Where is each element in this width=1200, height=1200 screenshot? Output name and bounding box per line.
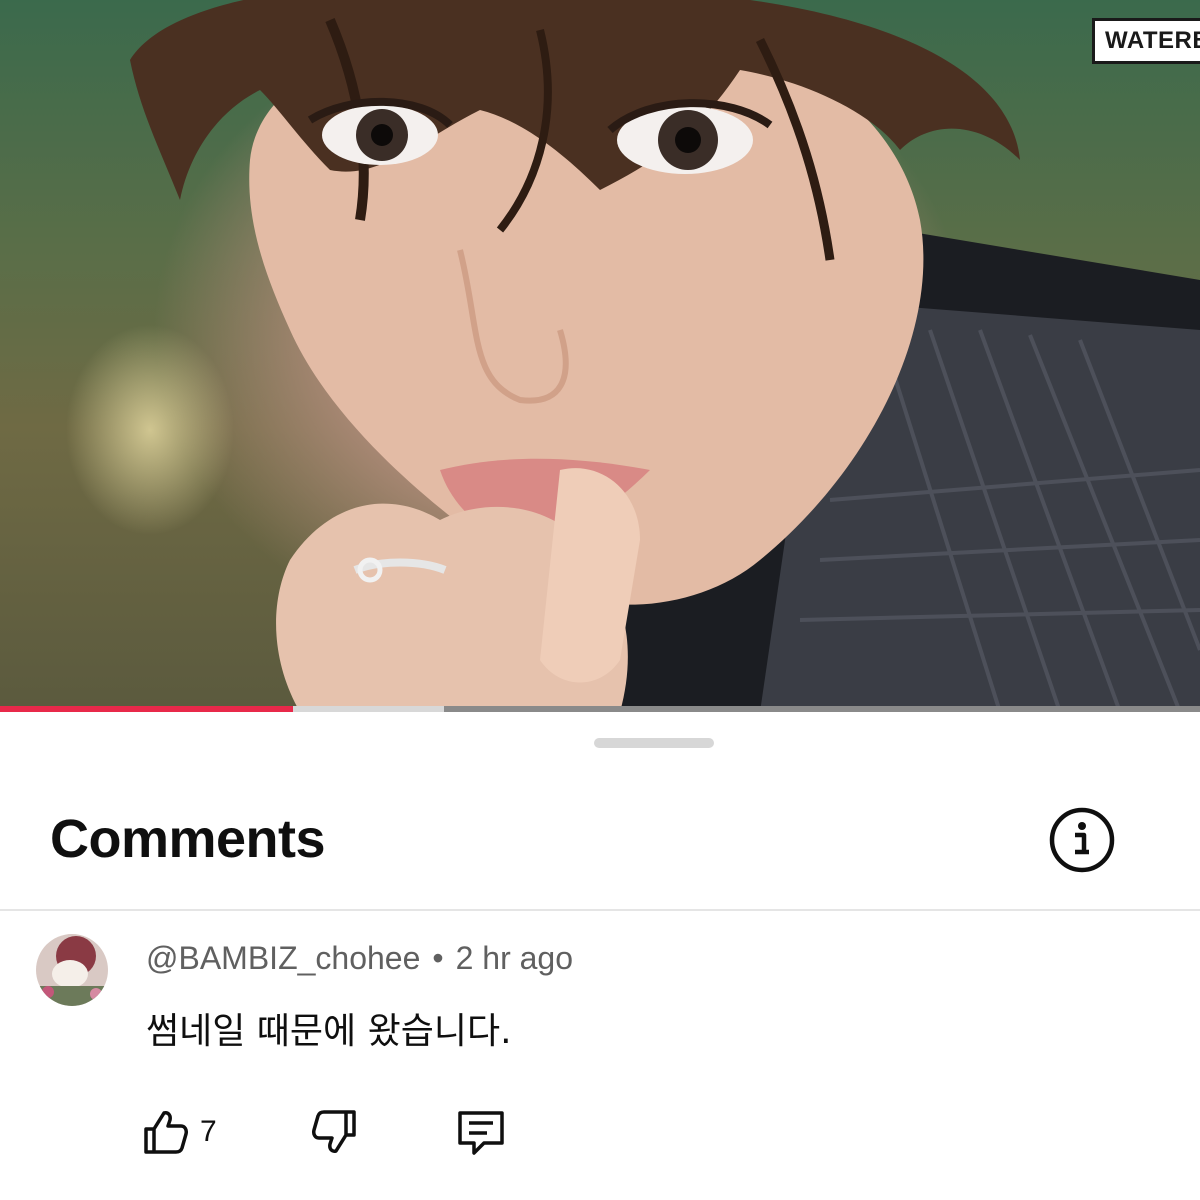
like-button[interactable]: 7 — [140, 1104, 217, 1160]
dislike-button[interactable] — [310, 1104, 360, 1160]
comment-meta: @BAMBIZ_chohee • 2 hr ago — [146, 940, 573, 977]
comment-reply-icon — [458, 1111, 504, 1155]
comment-author[interactable]: @BAMBIZ_chohee — [146, 940, 420, 976]
comment-actions: 7 — [140, 1104, 560, 1160]
comments-title: Comments — [50, 809, 326, 869]
info-circle-icon — [1049, 807, 1115, 873]
info-button[interactable] — [1046, 804, 1118, 876]
comment-time: 2 hr ago — [455, 940, 574, 976]
channel-watermark: WATERB — [1092, 18, 1200, 64]
comment-text: 썸네일 때문에 왔습니다. — [146, 1011, 512, 1052]
comment-item: @BAMBIZ_chohee • 2 hr ago 썸네일 때문에 왔습니다. 7 — [0, 934, 1200, 1194]
reply-button[interactable] — [454, 1104, 508, 1160]
thumbs-up-icon — [144, 1111, 188, 1154]
header-divider — [0, 909, 1200, 911]
thumbs-down-icon — [312, 1110, 356, 1153]
avatar-image — [36, 934, 108, 1006]
avatar[interactable] — [36, 934, 108, 1006]
comments-sheet: Comments @BAMBIZ_chohee • 2 hr ago 썸네일 때문에… — [0, 712, 1200, 1200]
like-count: 7 — [200, 1115, 217, 1148]
video-player[interactable]: WATERB — [0, 0, 1200, 712]
sheet-drag-handle[interactable] — [594, 738, 714, 748]
video-frame — [130, 0, 1200, 712]
meta-separator: • — [432, 940, 444, 976]
